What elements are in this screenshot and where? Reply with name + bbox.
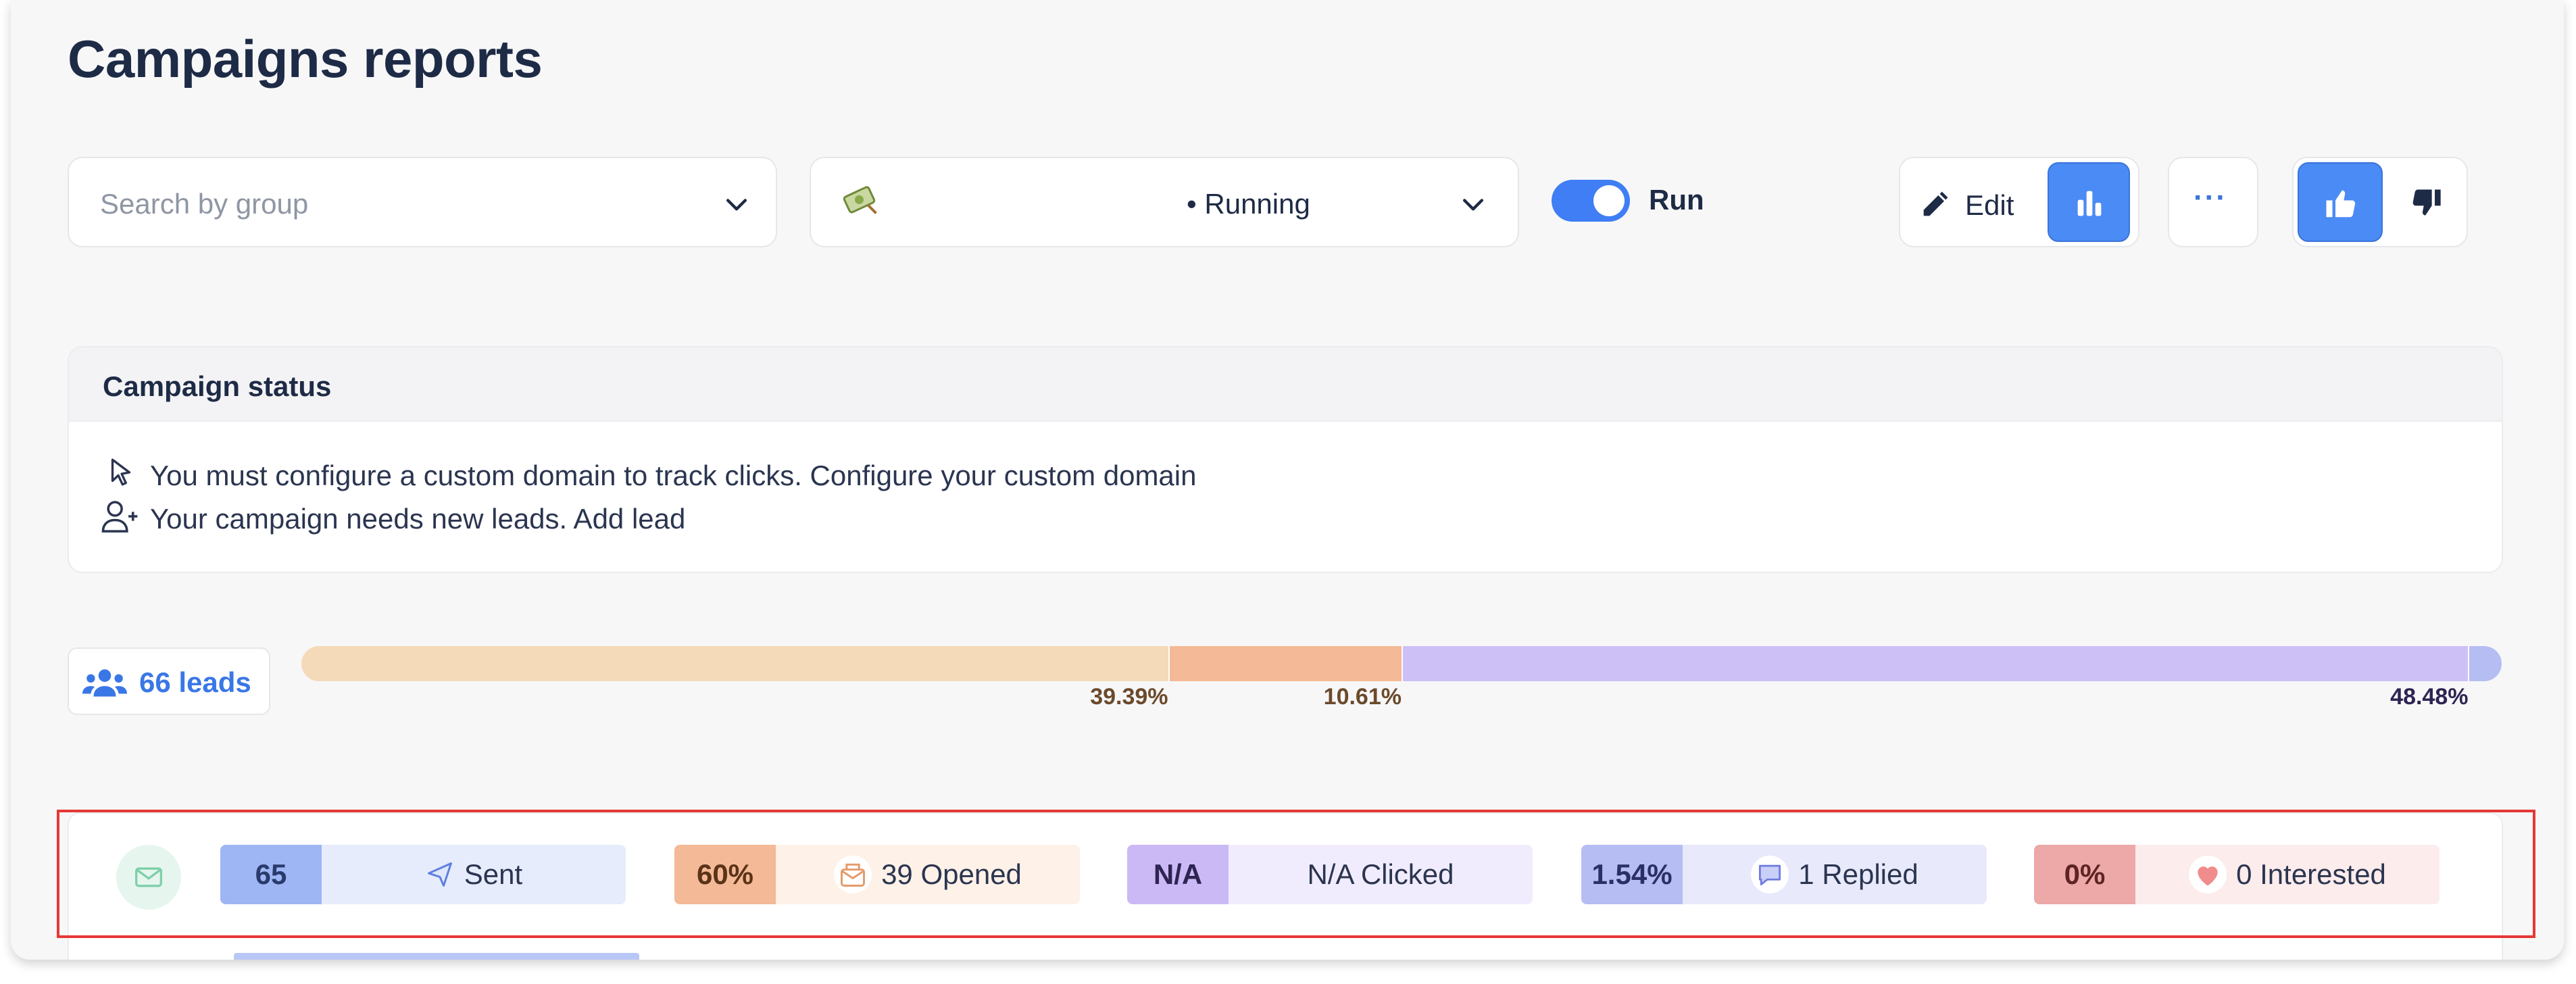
more-options-button[interactable]: ··· bbox=[2168, 157, 2258, 247]
leads-bar-percent-label: 10.61% bbox=[1323, 684, 1402, 710]
money-icon bbox=[843, 186, 877, 214]
leads-bar-percent-label: 39.39% bbox=[1090, 684, 1168, 710]
app-frame: Campaigns reports Search by group • Runn… bbox=[11, 0, 2564, 960]
edit-button-group: Edit bbox=[1899, 157, 2139, 247]
group-search-placeholder: Search by group bbox=[100, 188, 309, 220]
status-message-domain: You must configure a custom domain to tr… bbox=[150, 460, 1197, 491]
leads-bar-percent-label: 48.48% bbox=[2390, 684, 2469, 710]
leads-count-label: 66 leads bbox=[139, 666, 251, 698]
page-title: Campaigns reports bbox=[68, 29, 543, 89]
campaign-status-header: Campaign status bbox=[69, 347, 2502, 422]
status-message-leads: Your campaign needs new leads. Add lead bbox=[150, 503, 686, 535]
campaign-status-value: • Running bbox=[1187, 188, 1310, 220]
more-icon: ··· bbox=[2194, 181, 2227, 214]
run-toggle[interactable] bbox=[1552, 180, 1630, 222]
leads-bar-segment bbox=[1168, 646, 1402, 681]
users-icon bbox=[82, 669, 127, 697]
chevron-down-icon bbox=[726, 199, 747, 211]
next-row-peek bbox=[234, 953, 639, 960]
group-search-select[interactable]: Search by group bbox=[68, 157, 777, 247]
campaign-status-card: Campaign status You must configure a cus… bbox=[68, 346, 2503, 573]
thumbs-up-button[interactable] bbox=[2298, 162, 2383, 242]
toggle-knob bbox=[1593, 185, 1625, 216]
chevron-down-icon bbox=[1462, 199, 1484, 211]
add-user-icon bbox=[101, 501, 138, 533]
bar-chart-icon bbox=[2077, 191, 2102, 216]
run-label: Run bbox=[1649, 184, 1704, 216]
campaign-select[interactable]: • Running bbox=[810, 157, 1519, 247]
campaign-status-heading: Campaign status bbox=[103, 370, 332, 402]
leads-bar-segment bbox=[2468, 646, 2502, 681]
thumbs-up-icon bbox=[2326, 190, 2356, 218]
cursor-icon bbox=[111, 458, 131, 486]
leads-count-button[interactable]: 66 leads bbox=[68, 647, 270, 715]
edit-button[interactable]: Edit bbox=[1918, 178, 2050, 228]
thumbs-down-icon bbox=[2412, 189, 2441, 216]
stats-view-button[interactable] bbox=[2048, 162, 2130, 242]
feedback-button-group bbox=[2292, 157, 2468, 247]
pencil-icon bbox=[1923, 191, 1948, 216]
highlight-box bbox=[57, 810, 2535, 938]
leads-bar-segment bbox=[301, 646, 1168, 681]
leads-distribution-bar bbox=[301, 646, 2502, 681]
thumbs-down-button[interactable] bbox=[2392, 162, 2460, 242]
leads-bar-segment bbox=[1401, 646, 2469, 681]
edit-label: Edit bbox=[1965, 189, 2014, 221]
